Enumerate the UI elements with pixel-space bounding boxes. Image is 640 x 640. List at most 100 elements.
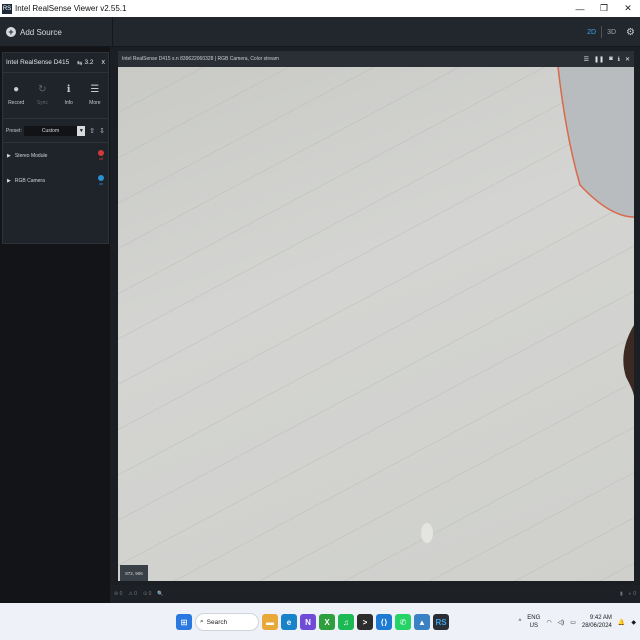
- info-icon: ℹ: [66, 84, 71, 95]
- error-count[interactable]: ⊘ 0: [114, 591, 122, 597]
- resolution-readout: 872, 906: [120, 565, 148, 581]
- module-stereo-label: Stereo Module: [14, 152, 48, 159]
- camera-icon[interactable]: ◙: [609, 56, 613, 62]
- windows-start-icon[interactable]: ⊞: [176, 614, 192, 630]
- minimize-button[interactable]: —: [568, 4, 592, 14]
- system-tray: ^ ENG US ◠ ◁) ▭ 9:42 AM 28/06/2024 🔔 ◆: [518, 607, 636, 637]
- taskbar-search[interactable]: ⌕ Search: [195, 613, 259, 631]
- camera-frame[interactable]: 872, 906: [118, 67, 634, 581]
- search-icon: ⌕: [200, 618, 204, 625]
- edge-browser-icon[interactable]: e: [281, 614, 297, 630]
- device-name: Intel RealSense D415: [6, 59, 70, 66]
- menu-icon: ☰: [90, 84, 100, 95]
- log-level-indicator[interactable]: ◐ 0: [629, 591, 636, 597]
- more-button[interactable]: ☰ More: [82, 73, 108, 118]
- keyboard-region: US: [529, 623, 538, 629]
- battery-icon[interactable]: ▭: [570, 619, 576, 626]
- warning-count[interactable]: ⚠ 0: [128, 591, 137, 597]
- volume-icon[interactable]: ◁): [558, 619, 565, 626]
- preset-label: Preset:: [6, 127, 22, 134]
- status-right: ▮ ◐ 0: [620, 591, 636, 597]
- list-icon[interactable]: ☰: [584, 56, 589, 63]
- window-titlebar: RS Intel RealSense Viewer v2.55.1 — ❐ ✕: [0, 0, 640, 17]
- notification-bell-icon[interactable]: 🔔: [618, 619, 625, 626]
- photos-app-icon[interactable]: ▲: [414, 614, 430, 630]
- terminal-icon[interactable]: >: [357, 614, 373, 630]
- spotify-icon[interactable]: ♫: [338, 614, 354, 630]
- settings-gear-icon[interactable]: ⚙: [621, 27, 640, 38]
- info-icon[interactable]: ℹ: [618, 56, 620, 63]
- xbox-icon[interactable]: X: [319, 614, 335, 630]
- camera-frame-image: [118, 67, 634, 581]
- view-2d-button[interactable]: 2D: [582, 29, 601, 36]
- main-toolbar: + Add Source 2D 3D ⚙: [0, 17, 640, 47]
- view-3d-button[interactable]: 3D: [602, 29, 621, 36]
- usb-version: 3.2: [84, 59, 94, 66]
- search-label: Search: [206, 618, 228, 626]
- record-label: Record: [8, 100, 25, 106]
- clock-date: 28/06/2024: [581, 623, 612, 629]
- wifi-icon[interactable]: ◠: [546, 619, 551, 626]
- record-button[interactable]: ● Record: [3, 73, 29, 118]
- rgb-camera-toggle[interactable]: on: [98, 175, 104, 186]
- windows-taskbar: ⊞ ⌕ Search ▬ e N X ♫ > ⟨⟩ ✆ ▲ RS ^ ENG U…: [0, 603, 640, 640]
- rgb-camera-state: on: [98, 181, 104, 186]
- realsense-app-icon: RS: [2, 3, 12, 14]
- info-count[interactable]: ⊙ 0: [143, 591, 151, 597]
- stream-title: Intel RealSense D415 s.n 839622060328 | …: [122, 56, 279, 62]
- clock-time: 9:42 AM: [589, 615, 612, 621]
- restore-button[interactable]: ❐: [592, 3, 616, 14]
- device-close-button[interactable]: x: [102, 59, 106, 66]
- module-stereo[interactable]: ▶ Stereo Module off: [3, 143, 108, 168]
- sync-label: Sync: [36, 100, 48, 106]
- stream-header: Intel RealSense D415 s.n 839622060328 | …: [118, 51, 634, 67]
- plus-circle-icon: +: [6, 27, 16, 37]
- record-icon: ●: [13, 84, 20, 95]
- realsense-taskbar-icon[interactable]: RS: [433, 614, 449, 630]
- info-button[interactable]: ℹ Info: [56, 73, 82, 118]
- taskbar-apps: ⊞ ⌕ Search ▬ e N X ♫ > ⟨⟩ ✆ ▲ RS: [176, 610, 449, 634]
- close-icon[interactable]: ✕: [625, 56, 630, 63]
- close-window-button[interactable]: ✕: [616, 3, 640, 14]
- vscode-icon[interactable]: ⟨⟩: [376, 614, 392, 630]
- file-explorer-icon[interactable]: ▬: [262, 614, 278, 630]
- device-actions: ● Record ↻ Sync ℹ Info ☰ More: [3, 73, 108, 119]
- language-indicator[interactable]: ENG US: [527, 614, 540, 630]
- whatsapp-icon[interactable]: ✆: [395, 614, 411, 630]
- stream-viewport: Intel RealSense D415 s.n 839622060328 | …: [110, 47, 640, 585]
- window-title: Intel RealSense Viewer v2.55.1: [15, 4, 127, 13]
- download-preset-icon[interactable]: ⇩: [99, 127, 105, 135]
- language-code: ENG: [527, 615, 541, 621]
- stereo-module-toggle[interactable]: off: [98, 150, 104, 161]
- view-mode-toggle: 2D 3D ⚙: [582, 17, 640, 47]
- notification-status-bar: ⊘ 0 ⚠ 0 ⊙ 0 🔍 ▮ ◐ 0: [110, 585, 640, 603]
- sync-icon: ↻: [38, 84, 47, 95]
- info-label: Info: [64, 100, 73, 106]
- preset-row: Preset: Custom ▼ ⇧ ⇩: [3, 119, 108, 143]
- sync-button[interactable]: ↻ Sync: [29, 73, 55, 118]
- device-sidebar: Intel RealSense D415 ⇆ 3.2 x ● Record ↻ …: [0, 47, 110, 603]
- more-label: More: [89, 100, 101, 106]
- module-rgb-label: RGB Camera: [14, 177, 45, 184]
- taskbar-clock[interactable]: 9:42 AM 28/06/2024: [582, 614, 612, 630]
- add-source-label: Add Source: [20, 27, 62, 37]
- usb-indicator: ⇆ 3.2: [77, 59, 94, 67]
- pause-log-icon[interactable]: ▮: [620, 591, 623, 597]
- notes-app-icon[interactable]: N: [300, 614, 316, 630]
- expand-arrow-icon[interactable]: ▶: [7, 178, 11, 184]
- module-rgb[interactable]: ▶ RGB Camera on: [3, 168, 108, 193]
- copilot-icon[interactable]: ◆: [631, 619, 636, 626]
- device-header: Intel RealSense D415 ⇆ 3.2 x: [3, 53, 108, 73]
- usb-icon: ⇆: [77, 59, 83, 67]
- upload-preset-icon[interactable]: ⇧: [89, 127, 95, 135]
- tray-chevron-up-icon[interactable]: ^: [518, 619, 521, 625]
- device-panel: Intel RealSense D415 ⇆ 3.2 x ● Record ↻ …: [2, 52, 109, 244]
- stereo-module-state: off: [98, 156, 104, 161]
- pause-icon[interactable]: ❚❚: [594, 56, 604, 63]
- preset-select[interactable]: Custom: [23, 125, 78, 136]
- expand-arrow-icon[interactable]: ▶: [7, 153, 11, 159]
- chevron-down-icon[interactable]: ▼: [77, 125, 86, 136]
- add-source-button[interactable]: + Add Source: [0, 17, 113, 47]
- color-stream-panel[interactable]: Intel RealSense D415 s.n 839622060328 | …: [118, 51, 634, 581]
- search-log-icon[interactable]: 🔍: [157, 591, 163, 597]
